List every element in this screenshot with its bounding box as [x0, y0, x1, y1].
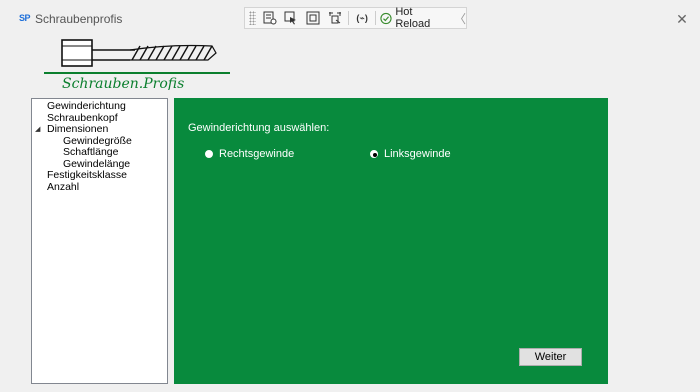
binding-failures-button[interactable]: (⌁): [354, 9, 371, 27]
tree-item-label: Schraubenkopf: [47, 111, 118, 124]
radio-label: Linksgewinde: [384, 148, 451, 160]
live-visual-tree-button[interactable]: [261, 9, 278, 27]
section-label: Gewinderichtung auswählen:: [188, 122, 330, 134]
title-bar: SP Schraubenprofis (⌁) Hot Reload 〈 ✕: [0, 0, 700, 38]
radio-indicator[interactable]: [370, 150, 378, 158]
toolbar-separator: [375, 11, 377, 25]
tree-item-label: Gewindegröße: [63, 134, 132, 147]
expander-icon[interactable]: ◢: [35, 124, 40, 136]
radio-linksgewinde[interactable]: Linksgewinde: [370, 148, 451, 160]
close-button[interactable]: ✕: [672, 9, 692, 29]
navigation-tree: Gewinderichtung Schraubenkopf ◢ Dimensio…: [31, 98, 168, 384]
hot-reload-label: Hot Reload: [395, 6, 431, 30]
radio-label: Rechtsgewinde: [219, 148, 295, 160]
select-element-icon: [284, 11, 297, 25]
tree-item-label: Dimensionen: [47, 123, 109, 135]
tree-item-label: Gewindelänge: [63, 157, 131, 170]
logo-text: Schrauben.Profis: [62, 76, 184, 90]
display-adorners-button[interactable]: [305, 9, 322, 27]
display-adorners-icon: [306, 11, 320, 25]
app-icon: SP: [19, 13, 31, 23]
track-focus-button[interactable]: [326, 9, 343, 27]
tree-item-label: Festigkeitsklasse: [47, 169, 127, 181]
screw-logo-icon: Schrauben.Profis: [44, 39, 230, 92]
live-visual-tree-icon: [263, 11, 277, 25]
toolbar-separator: [347, 11, 349, 25]
tree-item-anzahl[interactable]: Anzahl: [32, 180, 167, 194]
track-focus-icon: [328, 12, 341, 24]
tree-item-label: Schaftlänge: [63, 146, 119, 158]
collapse-toolbar-icon[interactable]: 〈: [454, 10, 466, 27]
next-button[interactable]: Weiter: [519, 348, 582, 366]
radio-indicator[interactable]: [205, 150, 213, 158]
binding-failures-icon: (⌁): [356, 12, 368, 23]
check-circle-icon: [380, 12, 392, 24]
hot-reload-button[interactable]: Hot Reload: [380, 6, 446, 30]
window-title: Schraubenprofis: [35, 12, 123, 26]
content-panel: Gewinderichtung auswählen: Rechtsgewinde…: [174, 98, 608, 384]
radio-rechtsgewinde[interactable]: Rechtsgewinde: [205, 148, 294, 160]
toolbar-grip-icon[interactable]: [249, 11, 257, 25]
logo: Schrauben.Profis: [40, 38, 230, 92]
select-element-button[interactable]: [283, 9, 300, 27]
tree-item-label: Gewinderichtung: [47, 100, 126, 112]
debug-toolbar: (⌁) Hot Reload 〈: [244, 6, 467, 30]
tree-item-label: Anzahl: [47, 180, 80, 193]
